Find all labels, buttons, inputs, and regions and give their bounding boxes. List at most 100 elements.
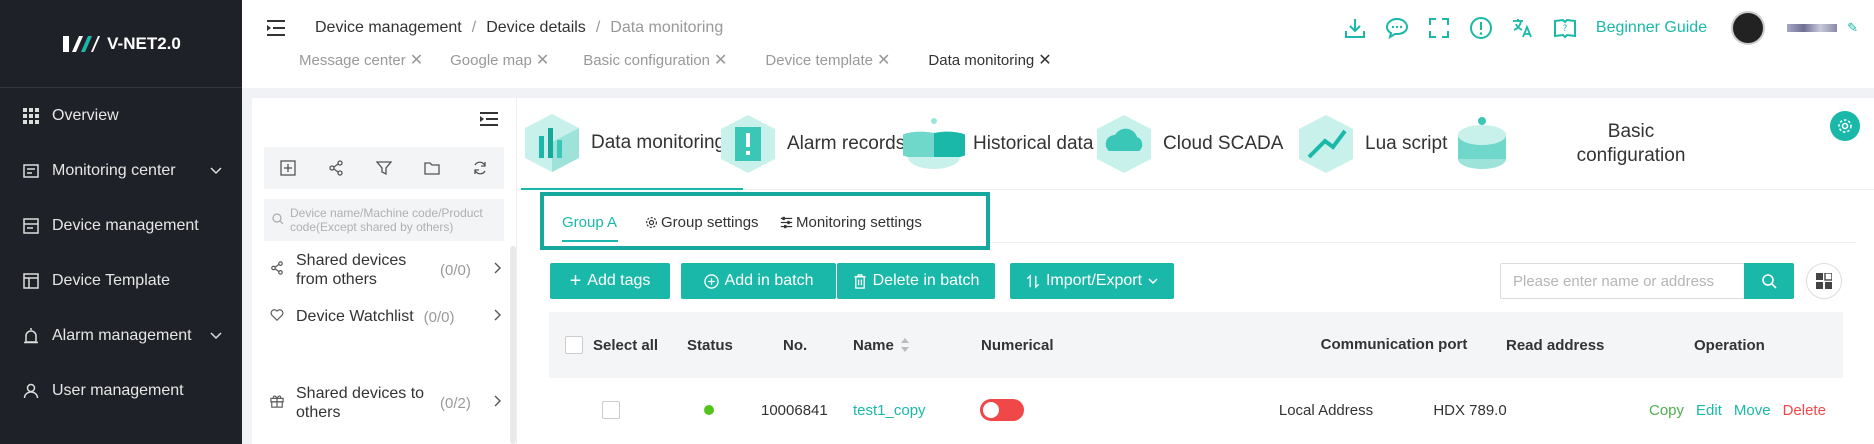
template-icon bbox=[22, 272, 40, 290]
tag-search-input[interactable]: Please enter name or address bbox=[1500, 263, 1744, 299]
svg-text:?: ? bbox=[1563, 24, 1568, 34]
add-tags-button[interactable]: + Add tags bbox=[550, 263, 670, 299]
download-icon[interactable] bbox=[1342, 15, 1368, 41]
menu-toggle-icon[interactable] bbox=[266, 18, 286, 42]
close-icon[interactable]: ✕ bbox=[410, 50, 423, 70]
folder-icon[interactable] bbox=[422, 158, 442, 178]
close-icon[interactable]: ✕ bbox=[1038, 50, 1051, 70]
row-name-link[interactable]: test1_copy bbox=[853, 384, 926, 436]
list-item-device-watchlist[interactable]: Device Watchlist (0/0) bbox=[270, 303, 510, 331]
sidebar-item-user-management[interactable]: User management bbox=[0, 363, 242, 418]
message-icon[interactable] bbox=[1384, 15, 1410, 41]
tab-label: Basic configuration bbox=[583, 51, 711, 69]
sort-arrows-icon bbox=[1026, 273, 1040, 289]
sidebar: V-NET2.0 Overview Monitoring center Devi… bbox=[0, 0, 242, 444]
tab-label: Monitoring settings bbox=[796, 214, 922, 231]
module-historical-data[interactable]: Historical data bbox=[903, 98, 1093, 190]
tab-data-monitoring[interactable]: Data monitoring ✕ bbox=[928, 50, 1051, 70]
row-checkbox[interactable] bbox=[602, 401, 620, 419]
close-icon[interactable]: ✕ bbox=[536, 50, 549, 70]
list-item-label: Device Watchlist bbox=[296, 308, 414, 325]
alarm-icon bbox=[22, 327, 40, 345]
sidebar-item-alarm-management[interactable]: Alarm management bbox=[0, 308, 242, 363]
move-link[interactable]: Move bbox=[1734, 402, 1771, 419]
help-book-icon[interactable]: ? bbox=[1552, 15, 1578, 41]
settings-gear-button[interactable] bbox=[1830, 111, 1860, 141]
breadcrumb: Device management / Device details / Dat… bbox=[315, 19, 723, 37]
tab-google-map[interactable]: Google map ✕ bbox=[450, 50, 549, 70]
column-select-all: Select all bbox=[593, 336, 659, 354]
device-search-input[interactable]: Device name/Machine code/Product code(Ex… bbox=[264, 199, 504, 241]
copy-link[interactable]: Copy bbox=[1649, 402, 1684, 419]
chevron-down-icon bbox=[1148, 278, 1158, 284]
list-item-shared-from-others[interactable]: Shared devices from others (0/0) bbox=[270, 248, 510, 292]
import-export-button[interactable]: Import/Export bbox=[1010, 263, 1174, 299]
module-lua-script[interactable]: Lua script bbox=[1295, 98, 1447, 190]
column-name-sortable[interactable]: Name bbox=[853, 312, 910, 378]
fullscreen-icon[interactable] bbox=[1426, 15, 1452, 41]
list-item-shared-to-others[interactable]: Shared devices to others (0/2) bbox=[270, 381, 510, 425]
device-tree-panel: Device name/Machine code/Product code(Ex… bbox=[252, 98, 517, 444]
beginner-guide-link[interactable]: Beginner Guide bbox=[1596, 19, 1707, 37]
sort-icon[interactable] bbox=[900, 336, 910, 354]
sidebar-item-monitoring-center[interactable]: Monitoring center bbox=[0, 143, 242, 198]
module-cloud-scada[interactable]: Cloud SCADA bbox=[1093, 98, 1283, 190]
edit-link[interactable]: Edit bbox=[1696, 402, 1722, 419]
tab-monitoring-settings[interactable]: Monitoring settings bbox=[780, 214, 922, 231]
sidebar-item-label: User management bbox=[52, 381, 184, 399]
module-data-monitoring[interactable]: Data monitoring bbox=[521, 98, 743, 190]
breadcrumb-item[interactable]: Device details bbox=[486, 19, 586, 37]
select-all-checkbox[interactable] bbox=[565, 336, 583, 354]
info-icon[interactable] bbox=[1468, 15, 1494, 41]
sidebar-item-device-management[interactable]: Device management bbox=[0, 198, 242, 253]
device-icon bbox=[22, 217, 40, 235]
close-icon[interactable]: ✕ bbox=[714, 50, 727, 70]
row-status bbox=[704, 384, 714, 436]
gear-icon bbox=[646, 217, 657, 228]
column-read-address: Read address bbox=[1506, 336, 1605, 354]
breadcrumb-current: Data monitoring bbox=[610, 19, 724, 36]
share-icon[interactable] bbox=[326, 158, 346, 178]
tab-group-a[interactable]: Group A bbox=[562, 214, 617, 231]
refresh-icon[interactable] bbox=[470, 158, 490, 178]
add-square-icon[interactable] bbox=[278, 158, 298, 178]
user-icon bbox=[22, 382, 40, 400]
add-in-batch-button[interactable]: Add in batch bbox=[681, 263, 836, 299]
module-basic-configuration[interactable]: Basic configuration bbox=[1451, 98, 1691, 190]
tab-label: Data monitoring bbox=[928, 51, 1035, 69]
table-row: 10006841 test1_copy Local Address HDX 78… bbox=[549, 384, 1843, 436]
value-toggle[interactable] bbox=[980, 399, 1024, 421]
module-label: Alarm records bbox=[787, 133, 906, 154]
select-all-control[interactable]: Select all bbox=[565, 312, 658, 378]
delete-link[interactable]: Delete bbox=[1783, 402, 1826, 419]
header: Device management / Device details / Dat… bbox=[242, 0, 1874, 88]
row-select bbox=[602, 384, 620, 436]
collapse-panel-icon[interactable] bbox=[480, 112, 498, 130]
module-alarm-records[interactable]: Alarm records bbox=[717, 98, 905, 190]
tab-group-settings[interactable]: Group settings bbox=[645, 214, 759, 231]
username-redacted[interactable] bbox=[1787, 24, 1838, 32]
tab-device-template[interactable]: Device template ✕ bbox=[765, 50, 890, 70]
list-item-count: (0/0) bbox=[440, 261, 471, 279]
sidebar-item-overview[interactable]: Overview bbox=[0, 88, 242, 143]
breadcrumb-item[interactable]: Device management bbox=[315, 19, 462, 37]
tab-label: Google map bbox=[450, 51, 532, 69]
avatar[interactable] bbox=[1731, 11, 1766, 45]
translate-icon[interactable] bbox=[1510, 15, 1536, 41]
tab-message-center[interactable]: Message center ✕ bbox=[299, 50, 423, 70]
sidebar-item-label: Monitoring center bbox=[52, 161, 176, 179]
view-toggle-button[interactable] bbox=[1806, 263, 1842, 299]
gift-icon bbox=[270, 394, 286, 413]
search-button[interactable] bbox=[1744, 263, 1794, 299]
scrollbar[interactable] bbox=[510, 246, 516, 444]
delete-in-batch-button[interactable]: Delete in batch bbox=[837, 263, 995, 299]
chevron-right-icon bbox=[494, 394, 502, 412]
filter-icon[interactable] bbox=[374, 158, 394, 178]
tab-label: Device template bbox=[765, 51, 873, 69]
logo: V-NET2.0 bbox=[0, 0, 242, 88]
sidebar-item-device-template[interactable]: Device Template bbox=[0, 253, 242, 308]
tab-basic-configuration[interactable]: Basic configuration ✕ bbox=[583, 50, 727, 70]
close-icon[interactable]: ✕ bbox=[877, 50, 890, 70]
row-operations: Copy Edit Move Delete bbox=[1649, 384, 1838, 436]
edit-icon[interactable]: ✎ bbox=[1847, 20, 1858, 36]
